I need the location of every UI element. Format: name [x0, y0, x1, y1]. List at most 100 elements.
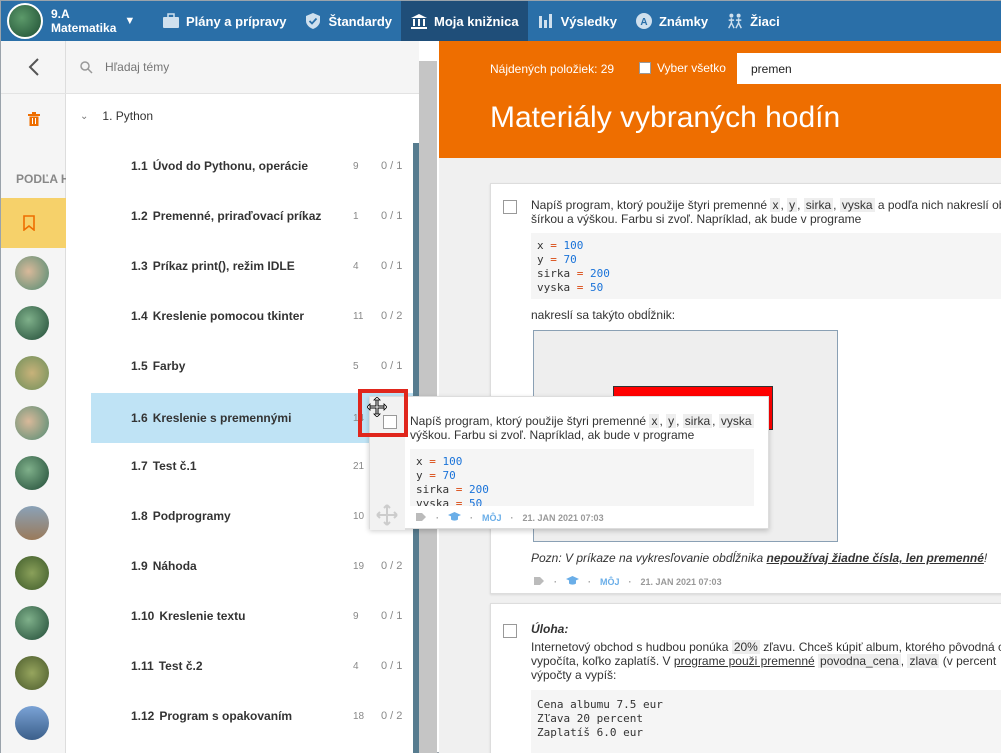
- topic-title: Podprogramy: [152, 509, 231, 523]
- user-avatar[interactable]: [15, 506, 49, 540]
- drag-description: Napíš program, ktorý použije štyri preme…: [410, 414, 754, 442]
- topic-row[interactable]: 1.3 Príkaz print(), režim IDLE 4 0 / 1: [91, 241, 416, 291]
- topic-title: Kreslenie s premennými: [152, 411, 292, 425]
- var-code: vyska: [839, 198, 875, 212]
- topic-row[interactable]: 1.7 Test č.1 21: [91, 441, 416, 491]
- select-all[interactable]: Vyber všetko: [639, 61, 726, 75]
- class-selector[interactable]: 9.A Matematika ▼: [1, 1, 153, 41]
- topic-count: 1: [353, 210, 359, 222]
- var-code: y: [787, 198, 798, 212]
- var-code: vyska: [718, 414, 754, 428]
- topic-row[interactable]: 1.1 Úvod do Pythonu, operácie 9 0 / 1: [91, 141, 416, 191]
- material-search-input[interactable]: premen: [737, 53, 1001, 84]
- bookmark-filter[interactable]: [1, 198, 66, 248]
- topic-number: 1.1: [131, 159, 148, 173]
- class-name: 9.A: [51, 7, 70, 21]
- chevron-left-icon: [28, 58, 39, 76]
- drag-code-block: x = 100 y = 70 sirka = 200 vyska = 50: [410, 449, 754, 506]
- output-code-block: Cena albumu 7.5 eur Zľava 20 percent Zap…: [531, 690, 1001, 753]
- left-rail: PODĽA H: [1, 41, 70, 753]
- underlined-text: programe použi premenné: [673, 654, 815, 668]
- var-code: povodna_cena: [818, 654, 901, 668]
- topic-title: Premenné, priraďovací príkaz: [152, 209, 322, 223]
- material-checkbox[interactable]: [503, 200, 517, 214]
- code-value: 100: [442, 455, 463, 468]
- dot-separator: ·: [510, 513, 514, 523]
- text-segment: výpočty a vypíš:: [531, 668, 617, 682]
- graduation-cap-icon[interactable]: [566, 576, 579, 588]
- topic-count: 10: [353, 510, 365, 522]
- topic-title: Kreslenie pomocou tkinter: [152, 309, 305, 323]
- nav-ziaci[interactable]: Žiaci: [717, 1, 789, 41]
- back-button[interactable]: [1, 41, 66, 94]
- topic-row[interactable]: 1.10 Kreslenie textu 9 0 / 1: [91, 591, 416, 641]
- topic-progress: 0 / 2: [381, 560, 403, 572]
- topic-progress: 0 / 1: [381, 210, 403, 222]
- drag-preview-card[interactable]: Napíš program, ktorý použije štyri preme…: [369, 396, 769, 531]
- material-checkbox[interactable]: [503, 624, 517, 638]
- var-code: sirka: [803, 198, 834, 212]
- user-avatar[interactable]: [15, 556, 49, 590]
- owner-label: MÔJ: [482, 513, 502, 523]
- topic-count: 19: [353, 560, 365, 572]
- topic-row[interactable]: 1.12 Program s opakovaním 18 0 / 2: [91, 691, 416, 741]
- topic-number: 1.9: [131, 559, 148, 573]
- material-card: Napíš program, ktorý použije štyri preme…: [490, 183, 1001, 594]
- shield-check-icon: [304, 12, 322, 30]
- library-icon: [410, 12, 428, 30]
- trash-icon: [27, 111, 40, 126]
- topic-number: 1.12: [131, 709, 155, 723]
- text-segment: (v percent: [942, 654, 997, 668]
- search-icon: [80, 60, 93, 74]
- topic-row[interactable]: 1.8 Podprogramy 10: [91, 491, 416, 541]
- nav-moja-kniznica-label: Moja knižnica: [434, 13, 519, 29]
- nav-moja-kniznica[interactable]: Moja knižnica: [401, 1, 528, 41]
- user-avatar[interactable]: [15, 656, 49, 690]
- nav-standardy[interactable]: Štandardy: [295, 1, 401, 41]
- user-avatar[interactable]: [15, 706, 49, 740]
- section-python[interactable]: ⌄ 1. Python: [80, 109, 153, 123]
- search-value: premen: [751, 61, 792, 76]
- user-avatar[interactable]: [15, 406, 49, 440]
- topic-row[interactable]: 1.5 Farby 5 0 / 1: [91, 341, 416, 391]
- top-navigation: 9.A Matematika ▼ Plány a prípravy Štanda…: [1, 1, 1001, 41]
- nav-plany[interactable]: Plány a prípravy: [153, 1, 295, 41]
- topic-search-input[interactable]: [105, 60, 365, 74]
- user-avatar[interactable]: [15, 356, 49, 390]
- topic-number: 1.2: [131, 209, 148, 223]
- nav-plany-label: Plány a prípravy: [186, 13, 287, 29]
- user-avatar[interactable]: [15, 256, 49, 290]
- user-avatar[interactable]: [15, 306, 49, 340]
- nav-vysledky[interactable]: Výsledky: [528, 1, 626, 41]
- tag-icon[interactable]: [533, 576, 545, 588]
- note-segment: !: [983, 551, 988, 565]
- topic-progress: 0 / 1: [381, 660, 403, 672]
- subject-name: Matematika: [51, 21, 117, 35]
- code-block: x = 100 y = 70 sirka = 200 vyska = 50: [531, 233, 1001, 299]
- svg-text:A: A: [640, 17, 647, 28]
- move-icon: [376, 504, 398, 531]
- user-avatar[interactable]: [15, 606, 49, 640]
- topic-progress: 0 / 2: [381, 310, 403, 322]
- topic-title: Úvod do Pythonu, operácie: [152, 159, 309, 173]
- trash-button[interactable]: [1, 96, 66, 141]
- topic-row[interactable]: 1.4 Kreslenie pomocou tkinter 11 0 / 2: [91, 291, 416, 341]
- topic-progress: 0 / 1: [381, 160, 403, 172]
- class-avatar: [7, 3, 43, 39]
- filter-label: PODĽA H: [16, 172, 70, 186]
- nav-znamky[interactable]: A Známky: [626, 1, 717, 41]
- topic-row[interactable]: 1.9 Náhoda 19 0 / 2: [91, 541, 416, 591]
- select-all-label: Vyber všetko: [657, 61, 726, 75]
- select-all-checkbox[interactable]: [639, 62, 651, 74]
- topic-number: 1.7: [131, 459, 148, 473]
- topic-row[interactable]: 1.11 Test č.2 4 0 / 1: [91, 641, 416, 691]
- text-segment: Internetový obchod s hudbou ponúka: [531, 640, 729, 654]
- topic-number: 1.4: [131, 309, 148, 323]
- bookmark-icon: [23, 215, 35, 231]
- topic-row[interactable]: 1.2 Premenné, priraďovací príkaz 1 0 / 1: [91, 191, 416, 241]
- topic-count: 9: [353, 610, 359, 622]
- user-avatar[interactable]: [15, 456, 49, 490]
- topic-count: 4: [353, 660, 359, 672]
- graduation-cap-icon: [448, 512, 461, 524]
- note-text: Pozn: V príkaze na vykresľovanie obdĺžni…: [531, 551, 987, 565]
